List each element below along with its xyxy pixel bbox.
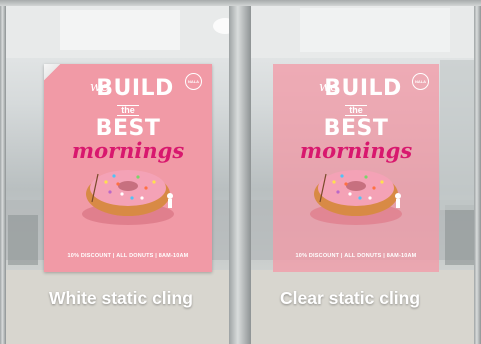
discount-line: 10% DISCOUNT | ALL DONUTS | 8AM-10AM [295,253,417,259]
poster-headline: we BUILD the BEST mornings [273,78,439,162]
poster-headline: we BUILD the BEST mornings [44,78,212,162]
window-frame-left [0,0,6,344]
headline-build: BUILD [324,76,402,101]
caption-clear-static-cling: Clear static cling [280,288,421,308]
headline-mornings: mornings [71,138,185,163]
headline-we: we [319,80,338,95]
headline-the: the [345,105,367,116]
headline-the: the [117,105,139,116]
discount-line: 10% DISCOUNT | ALL DONUTS | 8AM-10AM [67,253,189,259]
headline-we: we [90,80,109,95]
headline-build: BUILD [96,76,174,101]
window-frame-center [229,0,251,344]
headline-mornings: mornings [299,138,413,163]
headline-best: BEST [95,116,161,141]
headline-best: BEST [323,116,389,141]
poster-white-static-cling: NALA we BUILD the BEST mornings 10% DISC… [44,64,212,272]
window-frame-top [0,0,481,6]
caption-white-static-cling: White static cling [49,288,193,308]
shop-window-scene: NALA we BUILD the BEST mornings 10% DISC… [0,0,481,344]
window-frame-right [474,0,481,344]
poster-clear-static-cling: NALA we BUILD the BEST mornings 10% DISC… [273,64,439,272]
